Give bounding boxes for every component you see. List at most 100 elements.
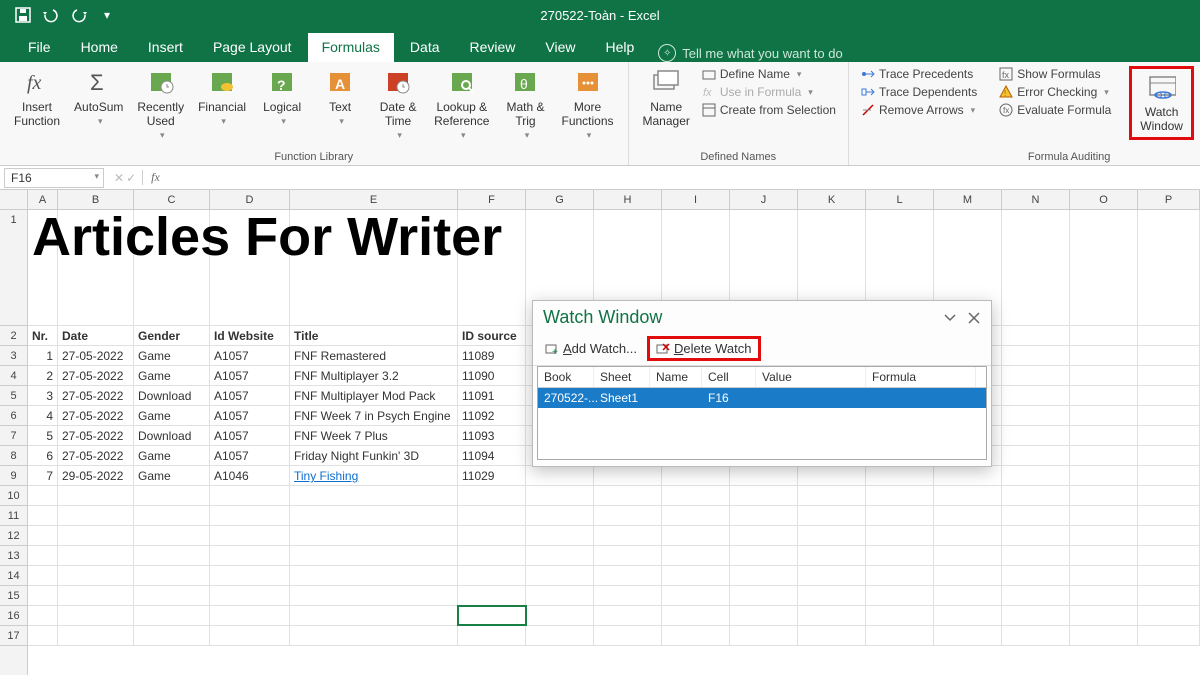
cell[interactable] (134, 506, 210, 525)
cell[interactable] (1002, 366, 1070, 385)
cell[interactable] (526, 546, 594, 565)
delete-watch-button[interactable]: Delete Watch (647, 336, 761, 361)
cell[interactable]: 11089 (458, 346, 526, 365)
cell[interactable]: Game (134, 466, 210, 485)
cell[interactable] (1138, 486, 1200, 505)
cell[interactable]: FNF Multiplayer 3.2 (290, 366, 458, 385)
cell[interactable] (798, 526, 866, 545)
cell[interactable] (934, 466, 1002, 485)
cell[interactable] (798, 566, 866, 585)
cell[interactable] (458, 526, 526, 545)
cell[interactable] (730, 466, 798, 485)
header-cell[interactable]: Date (58, 326, 134, 345)
cell[interactable] (1070, 346, 1138, 365)
cell[interactable]: FNF Multiplayer Mod Pack (290, 386, 458, 405)
cell[interactable] (662, 546, 730, 565)
cell[interactable]: 4 (28, 406, 58, 425)
cell[interactable] (458, 566, 526, 585)
cell[interactable] (526, 586, 594, 605)
trace-precedents-button[interactable]: Trace Precedents (857, 66, 981, 82)
tab-review[interactable]: Review (456, 33, 530, 62)
cell[interactable] (58, 566, 134, 585)
cell[interactable] (866, 626, 934, 645)
row-header-15[interactable]: 15 (0, 586, 27, 606)
cell[interactable]: 27-05-2022 (58, 386, 134, 405)
undo-icon[interactable] (38, 2, 64, 28)
watch-row-selected[interactable]: 270522-...Sheet1F16 (538, 388, 986, 408)
cell[interactable] (594, 626, 662, 645)
cell[interactable]: FNF Week 7 in Psych Engine (290, 406, 458, 425)
cell[interactable]: 5 (28, 426, 58, 445)
watch-col-header[interactable]: Name (650, 367, 702, 387)
tell-me-box[interactable]: ✧ Tell me what you want to do (658, 44, 842, 62)
enter-icon[interactable]: ✓ (126, 171, 136, 185)
cell[interactable]: 27-05-2022 (58, 406, 134, 425)
cell[interactable]: A1057 (210, 426, 290, 445)
col-header-N[interactable]: N (1002, 190, 1070, 209)
cell[interactable] (866, 606, 934, 625)
cell[interactable]: 27-05-2022 (58, 446, 134, 465)
cell[interactable] (934, 626, 1002, 645)
col-header-K[interactable]: K (798, 190, 866, 209)
cell[interactable] (934, 606, 1002, 625)
cell[interactable]: Game (134, 446, 210, 465)
cell[interactable] (526, 486, 594, 505)
cell[interactable] (134, 566, 210, 585)
close-icon[interactable] (967, 311, 981, 325)
tab-insert[interactable]: Insert (134, 33, 197, 62)
cell[interactable] (1070, 386, 1138, 405)
cell[interactable]: A1057 (210, 366, 290, 385)
watch-window-dialog[interactable]: Watch Window +Add Watch... Delete Watch … (532, 300, 992, 467)
cell[interactable] (662, 566, 730, 585)
more-functions-button[interactable]: More Functions (555, 66, 619, 144)
cell[interactable] (526, 606, 594, 625)
cell[interactable] (866, 586, 934, 605)
watch-window-button[interactable]: Watch Window (1129, 66, 1194, 140)
row-header-4[interactable]: 4 (0, 366, 27, 386)
cell[interactable] (866, 466, 934, 485)
cell[interactable] (662, 466, 730, 485)
cell[interactable] (730, 506, 798, 525)
cell[interactable] (58, 626, 134, 645)
cell[interactable]: Friday Night Funkin' 3D (290, 446, 458, 465)
add-watch-button[interactable]: +Add Watch... (539, 336, 643, 361)
cell[interactable] (28, 506, 58, 525)
recently-used-button[interactable]: Recently Used (131, 66, 190, 144)
tab-formulas[interactable]: Formulas (308, 33, 394, 62)
cell[interactable]: 7 (28, 466, 58, 485)
cell[interactable]: 3 (28, 386, 58, 405)
cell[interactable]: 11029 (458, 466, 526, 485)
cell[interactable] (594, 486, 662, 505)
cell[interactable]: A1057 (210, 386, 290, 405)
tab-page-layout[interactable]: Page Layout (199, 33, 306, 62)
cell[interactable] (594, 466, 662, 485)
row-header-8[interactable]: 8 (0, 446, 27, 466)
cell[interactable] (1070, 606, 1138, 625)
save-icon[interactable] (10, 2, 36, 28)
cell[interactable] (210, 586, 290, 605)
cell[interactable] (526, 566, 594, 585)
fx-button[interactable]: fx (142, 170, 168, 185)
cell[interactable] (1002, 426, 1070, 445)
watch-col-header[interactable]: Book (538, 367, 594, 387)
cell[interactable]: A1057 (210, 346, 290, 365)
cell[interactable]: FNF Week 7 Plus (290, 426, 458, 445)
cell[interactable] (210, 506, 290, 525)
name-manager-button[interactable]: Name Manager (637, 66, 696, 130)
cell[interactable] (290, 546, 458, 565)
cell[interactable]: Download (134, 426, 210, 445)
date-time-button[interactable]: Date & Time (370, 66, 426, 144)
col-header-P[interactable]: P (1138, 190, 1200, 209)
cell[interactable] (28, 566, 58, 585)
cell[interactable] (1002, 506, 1070, 525)
cell[interactable] (798, 506, 866, 525)
row-header-12[interactable]: 12 (0, 526, 27, 546)
cell[interactable] (458, 606, 526, 625)
cell[interactable] (1002, 606, 1070, 625)
cell[interactable] (730, 486, 798, 505)
cell[interactable] (662, 606, 730, 625)
row-header-7[interactable]: 7 (0, 426, 27, 446)
cell[interactable]: Tiny Fishing (290, 466, 458, 485)
cell[interactable]: Download (134, 386, 210, 405)
row-header-5[interactable]: 5 (0, 386, 27, 406)
